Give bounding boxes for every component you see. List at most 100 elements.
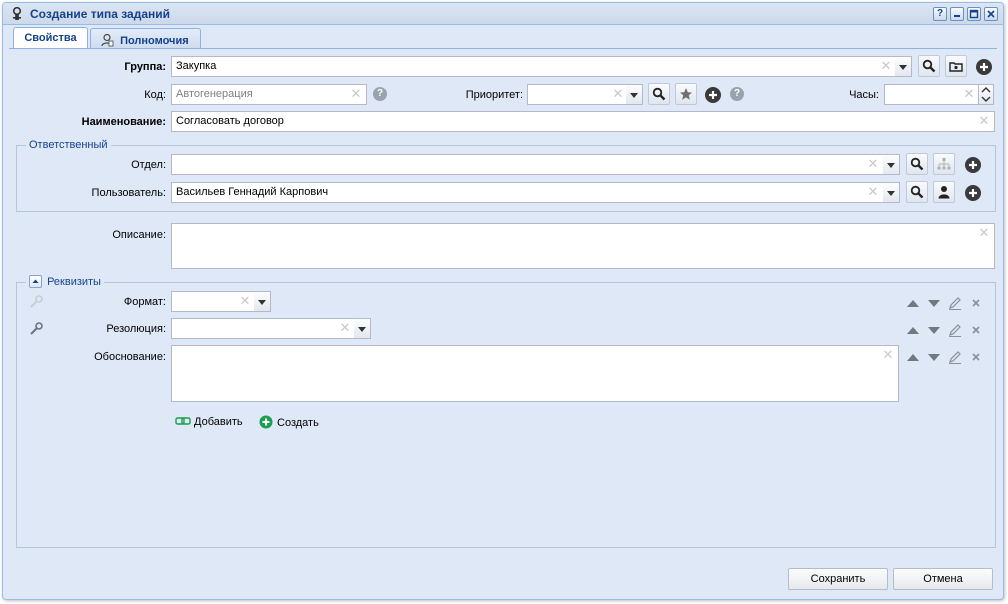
delete-icon[interactable] [969,350,983,364]
resolution-dropdown-trigger[interactable] [354,318,371,339]
resolution-clear-icon[interactable]: ✕ [339,321,351,335]
collapse-toggle-icon[interactable] [29,275,42,288]
tab-bar: Свойства Полномочия [9,27,997,49]
tab-properties[interactable]: Свойства [13,27,88,49]
hours-input[interactable]: ✕ [884,84,980,105]
create-requisite-link[interactable]: Создать [259,415,319,429]
priority-field[interactable]: ✕ [527,84,629,105]
justification-label: Обоснование: [94,351,166,363]
name-input[interactable]: Согласовать договор ✕ [171,111,995,132]
department-tree-button[interactable] [933,153,955,175]
department-clear-icon[interactable]: ✕ [867,157,879,171]
group-add-icon[interactable] [975,58,993,76]
priority-clear-icon[interactable]: ✕ [612,87,624,101]
department-label: Отдел: [131,159,166,171]
priority-add-icon[interactable] [704,86,722,104]
window-title: Создание типа заданий [30,7,171,21]
code-label: Код: [144,89,166,101]
group-field[interactable]: Закупка ✕ [171,56,897,77]
user-value: Васильев Геннадий Карпович [176,186,329,198]
format-field[interactable]: ✕ [171,291,256,312]
user-dropdown-trigger[interactable] [883,182,900,203]
folder-icon [949,62,963,72]
name-clear-icon[interactable]: ✕ [978,114,990,128]
user-person-button[interactable] [933,181,955,203]
hours-clear-icon[interactable]: ✕ [963,87,975,101]
edit-icon[interactable] [948,296,962,310]
priority-help-icon[interactable]: ? [730,87,744,101]
code-input[interactable]: Автогенерация ✕ [171,84,367,105]
requisites-fieldset [16,282,996,548]
search-icon [652,87,666,101]
department-search-button[interactable] [906,153,928,175]
help-icon[interactable]: ? [933,7,947,21]
tab-permissions-label: Полномочия [120,35,189,47]
search-icon [910,157,924,171]
edit-icon[interactable] [948,323,962,337]
priority-favorite-button[interactable] [675,83,697,105]
department-dropdown-trigger[interactable] [883,154,900,175]
resolution-field[interactable]: ✕ [171,318,356,339]
group-dropdown-trigger[interactable] [895,56,912,77]
description-clear-icon[interactable]: ✕ [978,226,990,240]
user-label: Пользователь: [91,187,166,199]
group-folder-button[interactable] [945,55,967,77]
group-value: Закупка [176,60,217,72]
move-up-icon[interactable] [906,350,920,364]
task-type-icon [12,7,22,20]
justification-clear-icon[interactable]: ✕ [882,348,894,362]
format-dropdown-trigger[interactable] [254,291,271,312]
save-button[interactable]: Сохранить [788,568,888,590]
search-icon [922,59,936,73]
user-field[interactable]: Васильев Геннадий Карпович ✕ [171,182,884,203]
maximize-icon[interactable] [967,7,981,21]
key-icon-disabled [30,295,43,308]
name-value: Согласовать договор [176,115,284,127]
add-green-icon [259,415,273,429]
spinner-arrows-icon [981,87,991,102]
properties-panel: Группа: Закупка ✕ Код: Автогенерация ✕ ?… [9,49,997,549]
priority-search-button[interactable] [648,83,670,105]
minimize-icon[interactable] [950,7,964,21]
hours-spinner[interactable] [978,84,994,105]
group-search-button[interactable] [918,55,940,77]
priority-dropdown-trigger[interactable] [626,84,643,105]
delete-icon[interactable] [969,323,983,337]
resolution-label: Резолюция: [106,323,166,335]
close-icon[interactable] [984,7,998,21]
justification-textarea[interactable]: ✕ [171,345,899,402]
description-label: Описание: [112,229,166,241]
key-icon [30,322,43,335]
move-down-icon[interactable] [927,296,941,310]
permissions-icon [101,33,114,47]
move-down-icon[interactable] [927,350,941,364]
department-field[interactable]: ✕ [171,154,884,175]
user-add-icon[interactable] [964,184,982,202]
tab-permissions[interactable]: Полномочия [90,28,201,49]
create-requisite-label: Создать [277,417,319,429]
edit-icon[interactable] [948,350,962,364]
department-add-icon[interactable] [964,156,982,174]
link-icon [175,417,191,425]
name-label: Наименование: [81,116,166,128]
title-bar[interactable]: Создание типа заданий ? [3,3,1003,25]
move-up-icon[interactable] [906,296,920,310]
code-clear-icon[interactable]: ✕ [350,87,362,101]
move-down-icon[interactable] [927,323,941,337]
description-textarea[interactable]: ✕ [171,223,995,269]
code-placeholder: Автогенерация [176,88,253,100]
requisites-legend-text: Реквизиты [47,276,101,288]
move-up-icon[interactable] [906,323,920,337]
add-requisite-label: Добавить [194,416,243,428]
dialog-window: Создание типа заданий ? Свойства Полномо… [2,2,1004,600]
cancel-button[interactable]: Отмена [893,568,993,590]
add-requisite-link[interactable]: Добавить [175,415,243,428]
search-icon [910,185,924,199]
format-clear-icon[interactable]: ✕ [239,294,251,308]
code-help-icon[interactable]: ? [373,87,387,101]
user-search-button[interactable] [906,181,928,203]
delete-icon[interactable] [969,296,983,310]
group-clear-icon[interactable]: ✕ [880,59,892,73]
user-clear-icon[interactable]: ✕ [867,185,879,199]
person-icon [938,186,950,199]
